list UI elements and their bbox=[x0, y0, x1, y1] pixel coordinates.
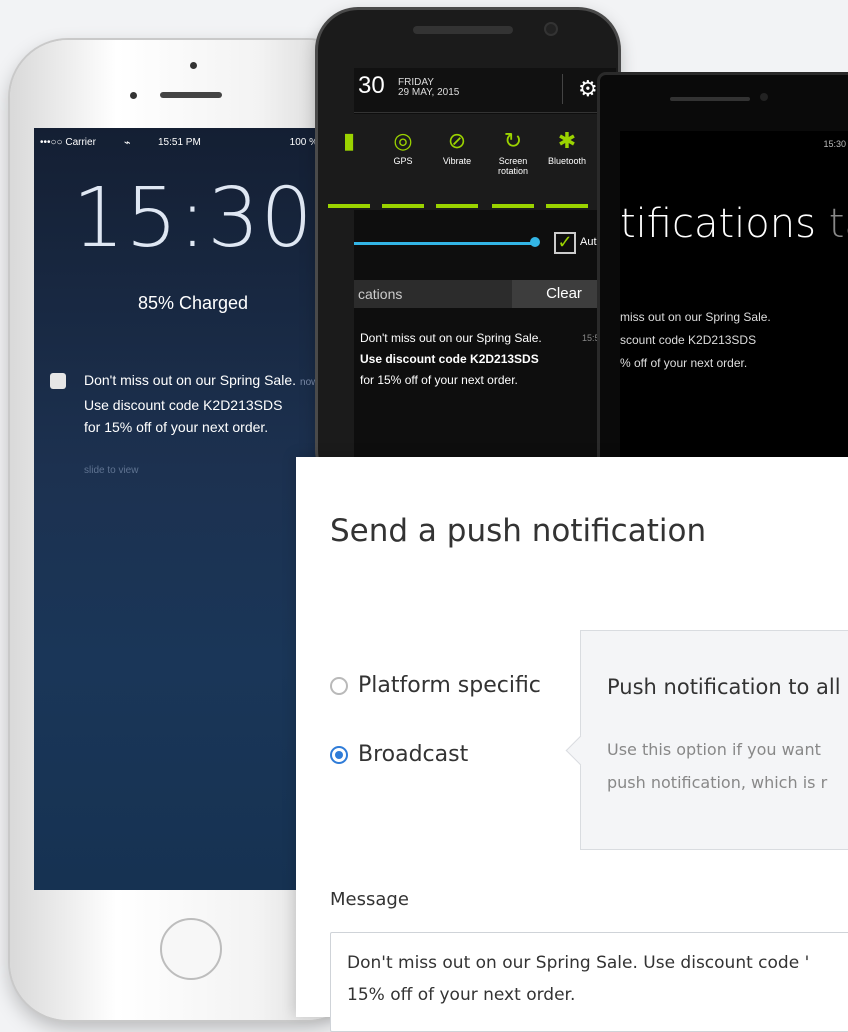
notification-text: Don't miss out on our Spring Sale. now Us… bbox=[84, 369, 318, 438]
rotation-icon: ↻ bbox=[503, 128, 523, 153]
quick-setting-label: Vibrate bbox=[442, 156, 472, 166]
broadcast-option[interactable]: Broadcast bbox=[330, 742, 468, 767]
quick-setting-label: Bluetooth bbox=[547, 156, 587, 166]
slide-to-view[interactable]: slide to view bbox=[84, 465, 138, 476]
info-heading: Push notification to all bbox=[607, 675, 841, 699]
quick-setting-gps[interactable]: ◎ GPS bbox=[378, 114, 428, 210]
option-label: Platform specific bbox=[358, 673, 541, 698]
info-description: Use this option if you want push notific… bbox=[607, 740, 828, 792]
iphone-sensor bbox=[130, 92, 137, 99]
notification-line: for 15% off of your next order. bbox=[84, 419, 269, 435]
wp-camera bbox=[760, 93, 768, 101]
wp-earpiece bbox=[670, 97, 750, 101]
quick-settings: ▮ ◎ GPS ⊘ Vibrate ↻ Screen rotation ✱ Bl… bbox=[328, 114, 616, 210]
notification-line: Use discount code K2D213SDS bbox=[360, 352, 539, 366]
message-textarea[interactable]: Don't miss out on our Spring Sale. Use d… bbox=[330, 932, 848, 1032]
notification-line: miss out on our Spring Sale. bbox=[620, 310, 771, 324]
charge-status: 85% Charged bbox=[137, 293, 249, 313]
app-icon bbox=[50, 373, 66, 389]
quick-setting-rotation[interactable]: ↻ Screen rotation bbox=[488, 114, 538, 210]
radio-platform-specific[interactable] bbox=[330, 676, 348, 695]
ios-status-bar: •••○○ Carrier ⌁ 15:51 PM 100 % bbox=[40, 134, 346, 150]
notification-line: Don't miss out on our Spring Sale. bbox=[84, 372, 297, 388]
android-notification-shade: 30 FRIDAY 29 MAY, 2015 ⚙ ▮ ◎ GPS ⊘ Vibrat… bbox=[328, 68, 616, 490]
wp-screen: 15:30 tifications ta miss out on our Spr… bbox=[620, 131, 848, 495]
iphone-speaker bbox=[160, 92, 222, 98]
android-header: 30 FRIDAY 29 MAY, 2015 ⚙ bbox=[354, 68, 616, 113]
partial-icon: ▮ bbox=[342, 128, 356, 153]
radio-broadcast[interactable] bbox=[330, 745, 348, 764]
auto-brightness-checkbox[interactable]: ✓ bbox=[554, 232, 576, 254]
android-device: 30 FRIDAY 29 MAY, 2015 ⚙ ▮ ◎ GPS ⊘ Vibrat… bbox=[318, 10, 618, 490]
notification-line: % off of your next order. bbox=[620, 356, 748, 370]
home-button[interactable] bbox=[160, 918, 222, 980]
option-label: Broadcast bbox=[358, 742, 469, 767]
notification-line: for 15% off of your next order. bbox=[360, 373, 518, 387]
wp-notification[interactable]: miss out on our Spring Sale. scount code… bbox=[620, 306, 771, 375]
quick-setting-label: GPS bbox=[393, 156, 413, 166]
vibrate-icon: ⊘ bbox=[447, 128, 467, 153]
header-divider bbox=[562, 74, 563, 104]
android-time: 30 bbox=[358, 72, 385, 99]
quick-setting-label: Screen rotation bbox=[497, 156, 529, 176]
wp-status-time: 15:30 bbox=[823, 139, 846, 149]
notifications-header: cations Clear bbox=[354, 280, 616, 308]
gear-icon[interactable]: ⚙ bbox=[578, 76, 598, 102]
page-title: Send a push notification bbox=[330, 513, 707, 549]
android-notification[interactable]: Don't miss out on our Spring Sale. Use d… bbox=[360, 328, 605, 391]
notification-line: Use discount code K2D213SDS bbox=[84, 397, 283, 413]
message-label: Message bbox=[330, 889, 409, 910]
gps-icon: ◎ bbox=[393, 128, 413, 153]
quick-setting-vibrate[interactable]: ⊘ Vibrate bbox=[432, 114, 482, 210]
windows-phone-device: 15:30 tifications ta miss out on our Spr… bbox=[600, 75, 848, 495]
status-time: 15:51 PM bbox=[158, 136, 201, 148]
option-info-box: Push notification to all Use this option… bbox=[580, 630, 848, 850]
battery-percent: 100 % bbox=[289, 136, 318, 148]
android-camera bbox=[546, 24, 556, 34]
wp-title: tifications ta bbox=[620, 201, 848, 247]
brightness-track[interactable] bbox=[354, 242, 534, 245]
notification-time: now bbox=[300, 377, 319, 388]
iphone-camera bbox=[190, 62, 197, 69]
quick-setting-bluetooth[interactable]: ✱ Bluetooth bbox=[542, 114, 592, 210]
android-earpiece bbox=[413, 26, 513, 34]
brightness-handle[interactable] bbox=[530, 237, 540, 247]
quick-setting-partial[interactable]: ▮ bbox=[324, 114, 374, 210]
carrier-label: •••○○ Carrier bbox=[40, 136, 96, 148]
android-date: FRIDAY 29 MAY, 2015 bbox=[398, 77, 460, 98]
brightness-control: ✓ Auto bbox=[354, 218, 616, 268]
lock-clock: 15:30 bbox=[72, 171, 314, 266]
bluetooth-icon: ✱ bbox=[557, 128, 577, 153]
platform-specific-option[interactable]: Platform specific bbox=[330, 673, 541, 698]
wifi-icon: ⌁ bbox=[124, 136, 131, 149]
push-notification-panel: Send a push notification Platform specif… bbox=[296, 457, 848, 1032]
notifications-label: cations bbox=[358, 286, 403, 302]
notification-line: Don't miss out on our Spring Sale. bbox=[360, 331, 542, 345]
notification-line: scount code K2D213SDS bbox=[620, 333, 757, 347]
